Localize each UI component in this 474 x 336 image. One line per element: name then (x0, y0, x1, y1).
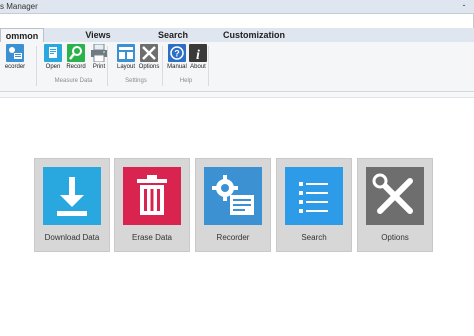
group-label-measure-data: Measure Data (54, 78, 93, 84)
download-icon (43, 167, 101, 225)
ribbon-print-button[interactable]: Print (86, 44, 112, 76)
tab-customization[interactable]: Customization (222, 28, 286, 42)
ribbon-options-button[interactable]: Options (136, 44, 162, 76)
tile-search-label: Search (301, 233, 327, 242)
svg-text:?: ? (174, 49, 180, 59)
app-window: s Manager - ommon Views Search Customiza… (0, 0, 474, 336)
print-icon (91, 44, 107, 62)
about-info-icon: i (189, 44, 207, 62)
title-bar: s Manager - (0, 0, 474, 14)
trash-icon (123, 167, 181, 225)
tile-erase-data-label: Erase Data (131, 233, 173, 242)
tab-views[interactable]: Views (80, 28, 116, 42)
tile-options-label: Options (381, 233, 409, 242)
svg-text:i: i (196, 48, 200, 62)
ribbon-tabs: ommon Views Search Customization (0, 28, 474, 43)
list-icon (285, 167, 343, 225)
ribbon-recorder-button[interactable]: ecorder (2, 44, 28, 76)
tile-options[interactable]: Options (357, 158, 433, 252)
minimize-button[interactable]: - (456, 1, 472, 12)
tile-download-data-label: Download Data (44, 233, 100, 242)
tile-search[interactable]: Search (276, 158, 352, 252)
open-icon (44, 44, 62, 62)
tab-search[interactable]: Search (153, 28, 193, 42)
recorder-icon (6, 44, 24, 62)
group-separator (208, 46, 209, 86)
tile-recorder[interactable]: Recorder (195, 158, 271, 252)
window-title: s Manager (0, 2, 38, 11)
recorder-gear-icon (204, 167, 262, 225)
main-dashboard: Download Data Erase Data Recorder Search… (0, 98, 474, 336)
tools-icon (366, 167, 424, 225)
ribbon-about-label: About (190, 64, 206, 70)
group-label-help: Help (179, 78, 193, 84)
ribbon-recorder-label: ecorder (4, 64, 26, 70)
manual-help-icon: ? (168, 44, 186, 62)
layout-icon (117, 44, 135, 62)
tile-erase-data[interactable]: Erase Data (114, 158, 190, 252)
options-tools-icon (140, 44, 158, 62)
group-label-settings: Settings (125, 78, 147, 84)
record-search-icon (67, 44, 85, 62)
tile-download-data[interactable]: Download Data (34, 158, 110, 252)
tile-recorder-label: Recorder (216, 233, 250, 242)
ribbon: ecorder Open Record Print Layout Options… (0, 42, 474, 92)
tab-common[interactable]: ommon (0, 28, 44, 43)
